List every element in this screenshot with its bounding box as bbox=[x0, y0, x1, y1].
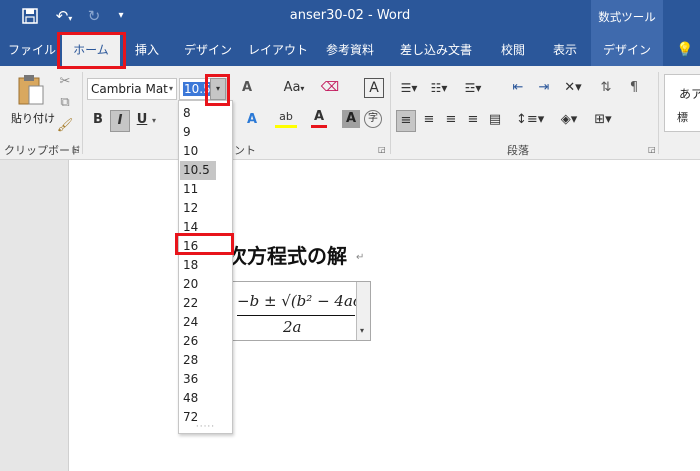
context-tool-title: 数式ツール bbox=[591, 0, 663, 34]
size-option-8[interactable]: 8 bbox=[180, 104, 231, 123]
shading-icon[interactable]: ◈▾ bbox=[557, 110, 581, 130]
highlight-color-icon[interactable]: ab bbox=[275, 110, 297, 128]
format-painter-icon[interactable]: 🖌 bbox=[56, 116, 74, 136]
paste-label: 貼り付け bbox=[11, 112, 55, 125]
align-left-icon[interactable]: ≡ bbox=[396, 110, 416, 132]
group-separator bbox=[390, 72, 391, 154]
clear-formatting-icon[interactable]: ⌫ bbox=[320, 78, 340, 98]
document-page[interactable] bbox=[68, 160, 700, 471]
equation-denominator: 2a bbox=[283, 318, 302, 336]
equation-box[interactable]: −b ± √(b² − 4ac) 2a ▾ bbox=[230, 281, 371, 341]
size-option-14[interactable]: 14 bbox=[180, 218, 231, 237]
font-color-icon[interactable]: A bbox=[311, 110, 327, 128]
enclose-characters-icon[interactable]: 字 bbox=[364, 110, 382, 128]
paste-button[interactable]: 貼り付け bbox=[8, 72, 55, 132]
size-option-24[interactable]: 24 bbox=[180, 313, 231, 332]
tab-mailings[interactable]: 差し込み文書 bbox=[392, 34, 480, 66]
copy-icon[interactable]: ⧉ bbox=[56, 93, 74, 113]
tell-me-icon[interactable]: 💡 bbox=[670, 34, 700, 66]
resize-grip-icon[interactable]: ····· bbox=[179, 422, 232, 432]
change-case-button[interactable]: Aa▾ bbox=[279, 78, 309, 99]
size-option-28[interactable]: 28 bbox=[180, 351, 231, 370]
underline-button[interactable]: U bbox=[134, 110, 150, 130]
italic-button[interactable]: I bbox=[110, 110, 130, 132]
tab-design[interactable]: デザイン bbox=[178, 34, 238, 66]
document-heading[interactable]: 次方程式の解 bbox=[227, 240, 347, 269]
bullets-icon[interactable]: ☰▾ bbox=[396, 78, 422, 98]
increase-indent-icon[interactable]: ⇥ bbox=[533, 78, 555, 98]
size-option-10-5[interactable]: 10.5 bbox=[180, 161, 216, 180]
size-option-36[interactable]: 36 bbox=[180, 370, 231, 389]
tab-home[interactable]: ホーム bbox=[62, 34, 120, 66]
font-group-label: ント bbox=[234, 144, 256, 157]
line-spacing-icon[interactable]: ↕≡▾ bbox=[516, 110, 544, 130]
font-size-value: 10.5 bbox=[183, 82, 212, 96]
style-preview: あア bbox=[679, 87, 700, 101]
size-option-26[interactable]: 26 bbox=[180, 332, 231, 351]
style-gallery-item[interactable]: あア 標 bbox=[664, 74, 700, 132]
size-option-18[interactable]: 18 bbox=[180, 256, 231, 275]
grow-font-icon[interactable]: A bbox=[236, 78, 258, 98]
size-option-20[interactable]: 20 bbox=[180, 275, 231, 294]
character-border-icon[interactable]: A bbox=[364, 78, 384, 98]
font-name-combo[interactable]: Cambria Mat ▾ bbox=[87, 78, 177, 100]
paragraph-mark: ↵ bbox=[356, 252, 365, 263]
distributed-icon[interactable]: ▤ bbox=[485, 110, 505, 130]
size-option-48[interactable]: 48 bbox=[180, 389, 231, 408]
align-right-icon[interactable]: ≡ bbox=[441, 110, 461, 130]
tab-file[interactable]: ファイル bbox=[4, 34, 60, 66]
cut-icon[interactable]: ✂ bbox=[56, 72, 74, 92]
justify-icon[interactable]: ≡ bbox=[463, 110, 483, 130]
size-option-12[interactable]: 12 bbox=[180, 199, 231, 218]
chevron-down-icon: ▾ bbox=[360, 326, 365, 335]
asian-layout-icon[interactable]: ✕▾ bbox=[560, 78, 586, 98]
group-separator bbox=[658, 72, 659, 154]
size-option-16[interactable]: 16 bbox=[180, 237, 231, 256]
tab-insert[interactable]: 挿入 bbox=[124, 34, 170, 66]
size-option-10[interactable]: 10 bbox=[180, 142, 231, 161]
font-name-value: Cambria Mat bbox=[91, 82, 168, 96]
clipboard-launcher-icon[interactable]: ◲ bbox=[72, 145, 80, 154]
clipboard-icon bbox=[18, 75, 44, 105]
title-bar: ↶▾ ↻ ▾ anser30-02 - Word 数式ツール bbox=[0, 0, 700, 34]
font-size-dropdown-button[interactable]: ▾ bbox=[210, 78, 226, 100]
align-center-icon[interactable]: ≡ bbox=[419, 110, 439, 130]
equation-options-button[interactable]: ▾ bbox=[356, 282, 370, 340]
size-option-22[interactable]: 22 bbox=[180, 294, 231, 313]
tab-review[interactable]: 校閲 bbox=[490, 34, 536, 66]
chevron-down-icon: ▾ bbox=[168, 84, 173, 93]
sort-icon[interactable]: ⇅ bbox=[596, 78, 616, 98]
font-launcher-icon[interactable]: ◲ bbox=[378, 145, 386, 154]
equation-numerator: −b ± √(b² − 4ac) bbox=[237, 292, 368, 310]
tab-equation-design[interactable]: デザイン bbox=[591, 34, 663, 66]
multilevel-list-icon[interactable]: ☲▾ bbox=[460, 78, 486, 98]
paragraph-group-label: 段落 bbox=[507, 144, 529, 157]
group-separator bbox=[82, 72, 83, 154]
style-name: 標 bbox=[677, 111, 688, 124]
numbering-icon[interactable]: ☷▾ bbox=[426, 78, 452, 98]
paragraph-launcher-icon[interactable]: ◲ bbox=[648, 145, 656, 154]
tab-layout[interactable]: レイアウト bbox=[246, 34, 310, 66]
bold-button[interactable]: B bbox=[88, 110, 108, 130]
ribbon: 貼り付け ✂ ⧉ 🖌 クリップボード ◲ Cambria Mat ▾ 10.5 … bbox=[0, 66, 700, 160]
tab-references[interactable]: 参考資料 bbox=[318, 34, 382, 66]
size-option-9[interactable]: 9 bbox=[180, 123, 231, 142]
underline-dropdown-icon[interactable]: ▾ bbox=[152, 116, 156, 125]
tab-view[interactable]: 表示 bbox=[542, 34, 588, 66]
font-size-dropdown: 8 9 10 10.5 11 12 14 16 18 20 22 24 26 2… bbox=[178, 100, 233, 434]
ribbon-tabs: ファイル ホーム 挿入 デザイン レイアウト 参考資料 差し込み文書 校閲 表示… bbox=[0, 34, 700, 66]
size-option-11[interactable]: 11 bbox=[180, 180, 231, 199]
show-marks-icon[interactable]: ¶ bbox=[624, 78, 644, 98]
fraction-bar bbox=[237, 315, 355, 316]
text-effects-icon[interactable]: A bbox=[242, 110, 262, 130]
clipboard-group-label: クリップボード bbox=[4, 144, 81, 157]
borders-icon[interactable]: ⊞▾ bbox=[591, 110, 615, 130]
character-shading-icon[interactable]: A bbox=[342, 110, 360, 128]
decrease-indent-icon[interactable]: ⇤ bbox=[507, 78, 529, 98]
